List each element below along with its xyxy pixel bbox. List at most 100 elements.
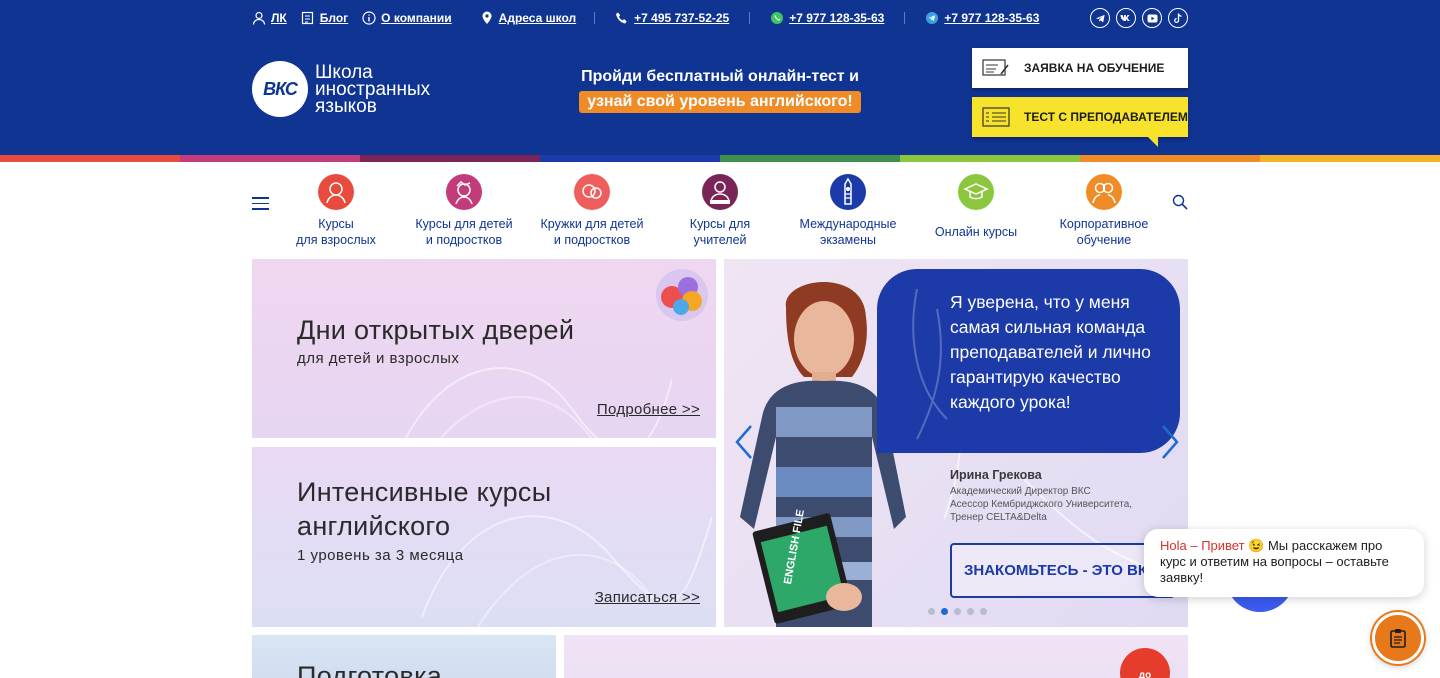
nav-kids-courses[interactable]: Курсы для детей и подростков	[400, 174, 528, 248]
checklist-icon	[982, 107, 1010, 127]
teen-icon	[446, 174, 482, 210]
adult-icon	[318, 174, 354, 210]
preparation-title: Подготовка	[297, 661, 443, 678]
logo[interactable]: ВКС Школа иностранных языков	[252, 61, 430, 117]
logo-line-2: иностранных	[315, 78, 431, 100]
chat-launcher-button[interactable]	[1372, 612, 1424, 664]
nav-label-line-1: Кружки для детей	[540, 217, 644, 231]
intensive-title-line-1: Интенсивные курсы	[297, 477, 552, 507]
graduation-cap-icon	[958, 174, 994, 210]
nav-label-line-2: экзамены	[819, 233, 877, 247]
slider-prev-arrow-icon[interactable]	[734, 424, 754, 460]
divider	[594, 12, 596, 24]
apply-button-label: ЗАЯВКА НА ОБУЧЕНИЕ	[1024, 61, 1165, 75]
blog-icon	[301, 11, 313, 25]
promo-line-2[interactable]: узнай свой уровень английского!	[579, 91, 861, 113]
intensive-banner[interactable]: Интенсивные курсы английского 1 уровень …	[252, 447, 716, 627]
lk-link[interactable]: ЛК	[252, 11, 287, 25]
top-bar: ЛК Блог О компании Адреса школ +7 495 73…	[252, 8, 1188, 28]
intensive-subtitle: 1 уровень за 3 месяца	[297, 547, 464, 564]
teacher-test-button[interactable]: ТЕСТ С ПРЕПОДАВАТЕЛЕМ	[972, 97, 1188, 137]
apply-button[interactable]: ЗАЯВКА НА ОБУЧЕНИЕ	[972, 48, 1188, 88]
addresses-link[interactable]: Адреса школ	[480, 11, 576, 25]
slider-dots	[928, 608, 987, 615]
logo-mark: ВКС	[252, 61, 308, 117]
phone-1: +7 495 737-52-25	[634, 11, 730, 25]
color-stripe	[180, 155, 360, 162]
preparation-banner[interactable]: Подготовка	[252, 635, 556, 678]
person-role: Академический Директор ВКС Асессор Кембр…	[950, 485, 1180, 524]
quote-text: Я уверена, что у меня самая сильная кома…	[950, 292, 1151, 412]
meet-vks-button[interactable]: ЗНАКОМЬТЕСЬ - ЭТО ВКС	[950, 543, 1175, 598]
nav-label-line-2: обучение	[1076, 233, 1132, 247]
nav-kids-clubs[interactable]: Кружки для детей и подростков	[528, 174, 656, 248]
chat-popup[interactable]: Hola – Привет 😉 Мы расскажем про курс и …	[1144, 529, 1424, 597]
divider	[749, 12, 751, 24]
telegram-icon[interactable]	[1090, 8, 1110, 28]
nav-teacher-courses[interactable]: Курсы для учителей	[656, 174, 784, 248]
slider-dot[interactable]	[928, 608, 935, 615]
about-label: О компании	[381, 11, 452, 25]
nav-label-line-1: Курсы для	[689, 217, 751, 231]
application-form-icon	[982, 59, 1009, 76]
whatsapp-link[interactable]: +7 977 128-35-63	[770, 11, 884, 25]
promo-banner[interactable]	[564, 635, 1188, 678]
club-icon	[574, 174, 610, 210]
blog-label: Блог	[319, 11, 349, 25]
youtube-icon[interactable]	[1142, 8, 1162, 28]
user-icon	[252, 11, 266, 25]
slider-dot[interactable]	[980, 608, 987, 615]
phone-3: +7 977 128-35-63	[944, 11, 1040, 25]
nav-corporate[interactable]: Корпоративное обучение	[1040, 174, 1168, 248]
open-days-more-link[interactable]: Подробнее >>	[597, 401, 700, 418]
nav-label-line-1: Курсы для детей	[415, 217, 513, 231]
phone-2: +7 977 128-35-63	[789, 11, 885, 25]
telegram-phone-link[interactable]: +7 977 128-35-63	[925, 11, 1039, 25]
about-link[interactable]: О компании	[362, 11, 452, 25]
open-days-banner[interactable]: Дни открытых дверей для детей и взрослых…	[252, 259, 716, 438]
tiktok-icon[interactable]	[1168, 8, 1188, 28]
slider-dot[interactable]	[967, 608, 974, 615]
role-line-3: Тренер CELTA&Delta	[950, 512, 1047, 523]
teacher-test-button-label: ТЕСТ С ПРЕПОДАВАТЕЛЕМ	[1024, 110, 1188, 124]
search-icon[interactable]	[1172, 194, 1188, 210]
menu-icon[interactable]	[252, 197, 269, 214]
nav-international-exams[interactable]: Международные экзамены	[784, 174, 912, 248]
intensive-enroll-link[interactable]: Записаться >>	[595, 589, 700, 606]
location-pin-icon	[482, 11, 492, 24]
blog-link[interactable]: Блог	[301, 11, 348, 25]
slider-next-arrow-icon[interactable]	[1160, 424, 1180, 460]
color-stripe	[1260, 155, 1440, 162]
nav-online-courses[interactable]: Онлайн курсы	[912, 174, 1040, 240]
nav-adult-courses[interactable]: Курсы для взрослых	[272, 174, 400, 248]
telegram-icon	[926, 12, 939, 24]
phone-icon	[616, 12, 627, 24]
color-stripe	[540, 155, 720, 162]
phone-link-1[interactable]: +7 495 737-52-25	[615, 11, 729, 25]
logo-line-3: языков	[315, 95, 377, 117]
chat-greeting: Hola – Привет	[1160, 538, 1245, 553]
nav-label-line-1: Онлайн курсы	[934, 225, 1018, 239]
slider-dot[interactable]	[941, 608, 948, 615]
color-stripe	[360, 155, 540, 162]
nav-label-line-2: учителей	[693, 233, 747, 247]
site-header: ЛК Блог О компании Адреса школ +7 495 73…	[0, 0, 1440, 155]
lk-label: ЛК	[271, 11, 287, 25]
vk-icon[interactable]	[1116, 8, 1136, 28]
color-stripe	[1080, 155, 1260, 162]
logo-line-1: Школа	[315, 61, 373, 83]
addresses-label: Адреса школ	[498, 11, 577, 25]
team-icon	[1086, 174, 1122, 210]
social-links	[1090, 8, 1188, 28]
nav-label-line-1: Корпоративное	[1059, 217, 1149, 231]
clipboard-icon	[1390, 629, 1406, 648]
test-promo[interactable]: Пройди бесплатный онлайн-тест и узнай св…	[540, 68, 900, 113]
role-line-1: Академический Директор ВКС	[950, 486, 1091, 497]
test-button-tail	[1148, 137, 1158, 147]
nav-label-line-2: и подростков	[553, 233, 631, 247]
nav-label-line-1: Курсы	[318, 217, 354, 231]
slider-dot[interactable]	[954, 608, 961, 615]
color-stripe	[900, 155, 1080, 162]
logo-text: Школа иностранных языков	[315, 61, 431, 117]
color-stripe	[0, 155, 180, 162]
